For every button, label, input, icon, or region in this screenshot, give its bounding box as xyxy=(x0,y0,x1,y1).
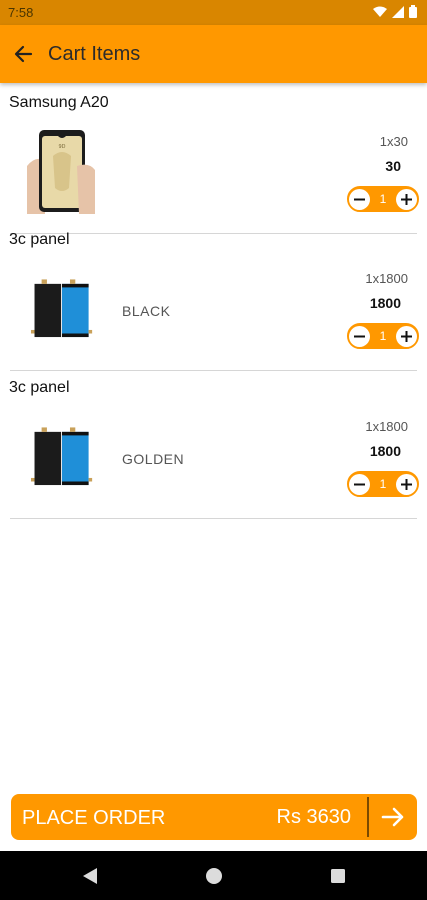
minus-icon xyxy=(354,483,365,485)
nav-recents-icon xyxy=(331,869,345,883)
decrease-button[interactable] xyxy=(349,473,370,495)
item-total: 30 xyxy=(385,158,401,174)
order-total: Rs 3630 xyxy=(276,806,352,828)
item-total: 1800 xyxy=(369,295,401,311)
nav-home-button[interactable] xyxy=(203,865,225,887)
back-arrow-icon xyxy=(14,45,33,63)
divider xyxy=(10,518,417,519)
quantity-value: 1 xyxy=(379,477,387,491)
forward-arrow-icon xyxy=(381,807,404,827)
place-order-button[interactable]: PLACE ORDER Rs 3630 xyxy=(11,794,417,840)
item-unit-price: 1x1800 xyxy=(365,419,408,434)
item-variant: GOLDEN xyxy=(122,451,185,467)
quantity-stepper: 1 xyxy=(347,186,419,212)
nav-home-icon xyxy=(206,868,222,884)
svg-text:9D: 9D xyxy=(58,144,65,150)
phone-screen-protector-image: 9D xyxy=(27,126,97,214)
item-unit-price: 1x30 xyxy=(379,134,408,149)
item-name: Samsung A20 xyxy=(9,94,109,111)
increase-button[interactable] xyxy=(396,473,417,495)
plus-icon xyxy=(401,330,412,342)
nav-back-button[interactable] xyxy=(79,865,101,887)
increase-button[interactable] xyxy=(396,188,417,210)
item-variant: BLACK xyxy=(122,303,171,319)
item-total: 1800 xyxy=(369,443,401,459)
item-name: 3c panel xyxy=(9,379,70,396)
wifi-icon xyxy=(373,6,387,17)
quantity-stepper: 1 xyxy=(347,323,419,349)
battery-icon xyxy=(409,5,417,18)
decrease-button[interactable] xyxy=(349,188,370,210)
minus-icon xyxy=(354,335,365,337)
plus-icon xyxy=(401,478,412,490)
status-time: 7:58 xyxy=(8,5,34,20)
plus-icon xyxy=(401,193,412,205)
page-title: Cart Items xyxy=(48,43,141,65)
quantity-stepper: 1 xyxy=(347,471,419,497)
proceed-button[interactable] xyxy=(375,802,411,832)
status-icons xyxy=(373,5,417,18)
app-bar: Cart Items xyxy=(0,25,427,83)
cart-item: 3c panel BLACK 1x1800 1800 1 xyxy=(0,223,427,371)
button-separator xyxy=(367,797,369,837)
minus-icon xyxy=(354,198,365,200)
nav-recents-button[interactable] xyxy=(327,865,349,887)
quantity-value: 1 xyxy=(379,192,387,206)
cart-item: Samsung A20 9D 1x30 30 1 xyxy=(0,86,427,234)
status-bar: 7:58 xyxy=(0,0,427,25)
back-button[interactable] xyxy=(6,37,40,71)
place-order-label: PLACE ORDER xyxy=(22,807,166,829)
item-unit-price: 1x1800 xyxy=(365,271,408,286)
increase-button[interactable] xyxy=(396,325,417,347)
display-panel-image xyxy=(30,275,94,345)
cart-screen: 7:58 Cart Items Samsung A20 9D 1x30 30 1… xyxy=(0,0,427,900)
display-panel-image xyxy=(30,423,94,493)
quantity-value: 1 xyxy=(379,329,387,343)
nav-back-icon xyxy=(83,868,97,884)
decrease-button[interactable] xyxy=(349,325,370,347)
system-nav-bar xyxy=(0,851,427,900)
cart-item: 3c panel GOLDEN 1x1800 1800 1 xyxy=(0,371,427,519)
signal-icon xyxy=(392,5,404,18)
item-name: 3c panel xyxy=(9,231,70,248)
